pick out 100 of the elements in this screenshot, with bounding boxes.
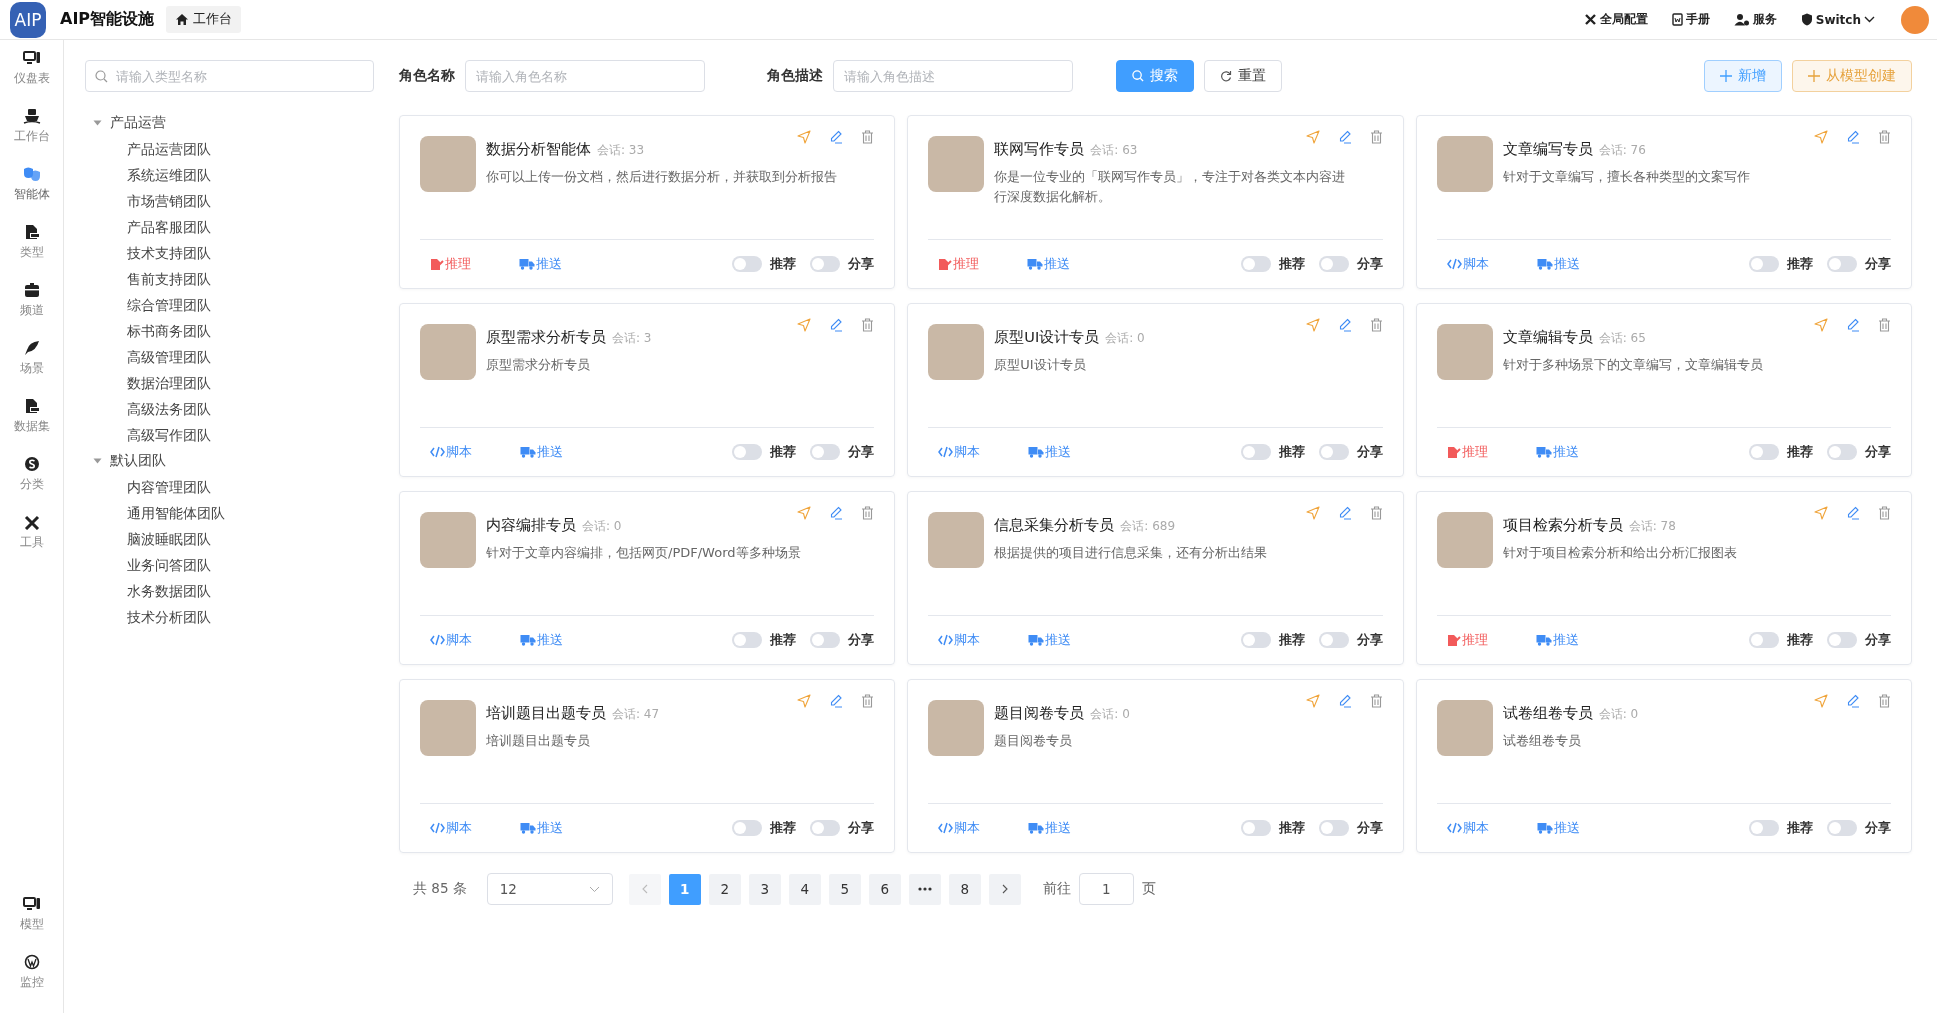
script-link[interactable]: 脚本 (938, 819, 981, 837)
delete-icon[interactable] (1369, 318, 1383, 332)
push-link[interactable]: 推送 (1535, 631, 1579, 649)
sidebar-item[interactable]: 模型 (2, 896, 61, 933)
recommend-toggle[interactable] (1749, 632, 1779, 648)
script-link[interactable]: 脚本 (938, 443, 981, 461)
sidebar-item[interactable]: 工作台 (2, 108, 61, 145)
sidebar-item[interactable]: 频道 (2, 282, 61, 319)
recommend-toggle[interactable] (732, 256, 763, 272)
tree-item[interactable]: 高级管理团队 (93, 344, 375, 370)
recommend-toggle[interactable] (1240, 256, 1271, 272)
send-icon[interactable] (1305, 506, 1320, 520)
push-link[interactable]: 推送 (1028, 631, 1072, 649)
create-from-model-button[interactable]: 从模型创建 (1792, 60, 1912, 92)
page-button[interactable]: 5 (828, 873, 861, 905)
push-link[interactable]: 推送 (520, 819, 563, 837)
recommend-toggle[interactable] (732, 444, 763, 460)
tree-item[interactable]: 脑波睡眠团队 (93, 526, 375, 552)
push-link[interactable]: 推送 (1028, 443, 1072, 461)
delete-icon[interactable] (1878, 694, 1891, 708)
recommend-toggle[interactable] (732, 632, 763, 648)
tree-item[interactable]: 高级法务团队 (93, 396, 375, 422)
delete-icon[interactable] (861, 694, 875, 708)
tree-item[interactable]: 高级写作团队 (93, 422, 375, 448)
workbench-tab[interactable]: 工作台 (166, 6, 242, 33)
script-link[interactable]: 脚本 (938, 631, 981, 649)
edit-icon[interactable] (829, 694, 844, 708)
sidebar-item[interactable]: 场景 (2, 340, 61, 377)
edit-icon[interactable] (1337, 130, 1352, 144)
edit-icon[interactable] (829, 130, 844, 144)
tree-item[interactable]: 市场营销团队 (93, 188, 375, 214)
page-button[interactable]: 1 (668, 873, 701, 905)
delete-icon[interactable] (1369, 694, 1383, 708)
page-button[interactable]: 2 (708, 873, 741, 905)
share-toggle[interactable] (810, 632, 841, 648)
script-link[interactable]: 脚本 (430, 443, 472, 461)
share-toggle[interactable] (1318, 256, 1349, 272)
recommend-toggle[interactable] (1240, 444, 1271, 460)
delete-icon[interactable] (1878, 130, 1891, 144)
more-pages-button[interactable] (908, 873, 941, 905)
tree-item[interactable]: 产品运营团队 (93, 136, 375, 162)
reason-link[interactable]: 推理 (1446, 443, 1488, 461)
tree-item[interactable]: 系统运维团队 (93, 162, 375, 188)
edit-icon[interactable] (1337, 694, 1352, 708)
share-toggle[interactable] (1318, 632, 1349, 648)
page-button[interactable]: 4 (788, 873, 821, 905)
previous-page-button[interactable] (628, 873, 661, 905)
page-button[interactable]: 6 (868, 873, 901, 905)
search-button[interactable]: 搜索 (1116, 60, 1194, 92)
page-button[interactable]: 8 (948, 873, 981, 905)
role-description-field[interactable]: 请输入角色描述 (833, 60, 1073, 92)
manual-link[interactable]: 手册 (1665, 11, 1716, 28)
sidebar-item[interactable]: 智能体 (2, 166, 61, 203)
send-icon[interactable] (797, 318, 812, 332)
send-icon[interactable] (1814, 130, 1828, 144)
edit-icon[interactable] (829, 506, 844, 520)
tree-item[interactable]: 水务数据团队 (93, 578, 375, 604)
push-link[interactable]: 推送 (519, 255, 562, 273)
role-name-field[interactable]: 请输入角色名称 (465, 60, 705, 92)
share-toggle[interactable] (810, 256, 841, 272)
send-icon[interactable] (1305, 130, 1320, 144)
edit-icon[interactable] (829, 318, 844, 332)
tree-item[interactable]: 技术分析团队 (93, 604, 375, 630)
delete-icon[interactable] (861, 130, 875, 144)
push-link[interactable]: 推送 (1027, 255, 1071, 273)
sidebar-item[interactable]: 工具 (2, 514, 61, 551)
delete-icon[interactable] (1369, 130, 1383, 144)
edit-icon[interactable] (1846, 130, 1860, 144)
user-avatar[interactable] (1901, 5, 1929, 34)
delete-icon[interactable] (1878, 318, 1891, 332)
reason-link[interactable]: 推理 (938, 255, 980, 273)
share-toggle[interactable] (1318, 820, 1349, 836)
reason-link[interactable]: 推理 (430, 255, 471, 273)
sidebar-item[interactable]: 分类 (2, 456, 61, 493)
tree-item[interactable]: 数据治理团队 (93, 370, 375, 396)
tree-item[interactable]: 业务问答团队 (93, 552, 375, 578)
recommend-toggle[interactable] (1240, 820, 1271, 836)
delete-icon[interactable] (861, 506, 875, 520)
config-link[interactable]: 全局配置 (1577, 11, 1654, 28)
recommend-toggle[interactable] (1240, 632, 1271, 648)
edit-icon[interactable] (1337, 506, 1352, 520)
switch-link[interactable]: Switch (1794, 12, 1881, 27)
send-icon[interactable] (797, 130, 812, 144)
page-size-select[interactable]: 12 (486, 873, 613, 905)
send-icon[interactable] (1814, 694, 1828, 708)
script-link[interactable]: 脚本 (1446, 819, 1489, 837)
share-toggle[interactable] (1827, 256, 1857, 272)
send-icon[interactable] (1305, 318, 1320, 332)
sidebar-item[interactable]: 类型 (2, 224, 61, 261)
script-link[interactable]: 脚本 (1446, 255, 1489, 273)
delete-icon[interactable] (1369, 506, 1383, 520)
send-icon[interactable] (797, 506, 812, 520)
tree-item[interactable]: 标书商务团队 (93, 318, 375, 344)
recommend-toggle[interactable] (1749, 256, 1779, 272)
sidebar-item[interactable]: 仪盘表 (2, 50, 61, 87)
script-link[interactable]: 脚本 (430, 819, 472, 837)
edit-icon[interactable] (1846, 318, 1860, 332)
share-toggle[interactable] (1827, 820, 1857, 836)
tree-item[interactable]: 通用智能体团队 (93, 500, 375, 526)
add-button[interactable]: 新增 (1704, 60, 1782, 92)
